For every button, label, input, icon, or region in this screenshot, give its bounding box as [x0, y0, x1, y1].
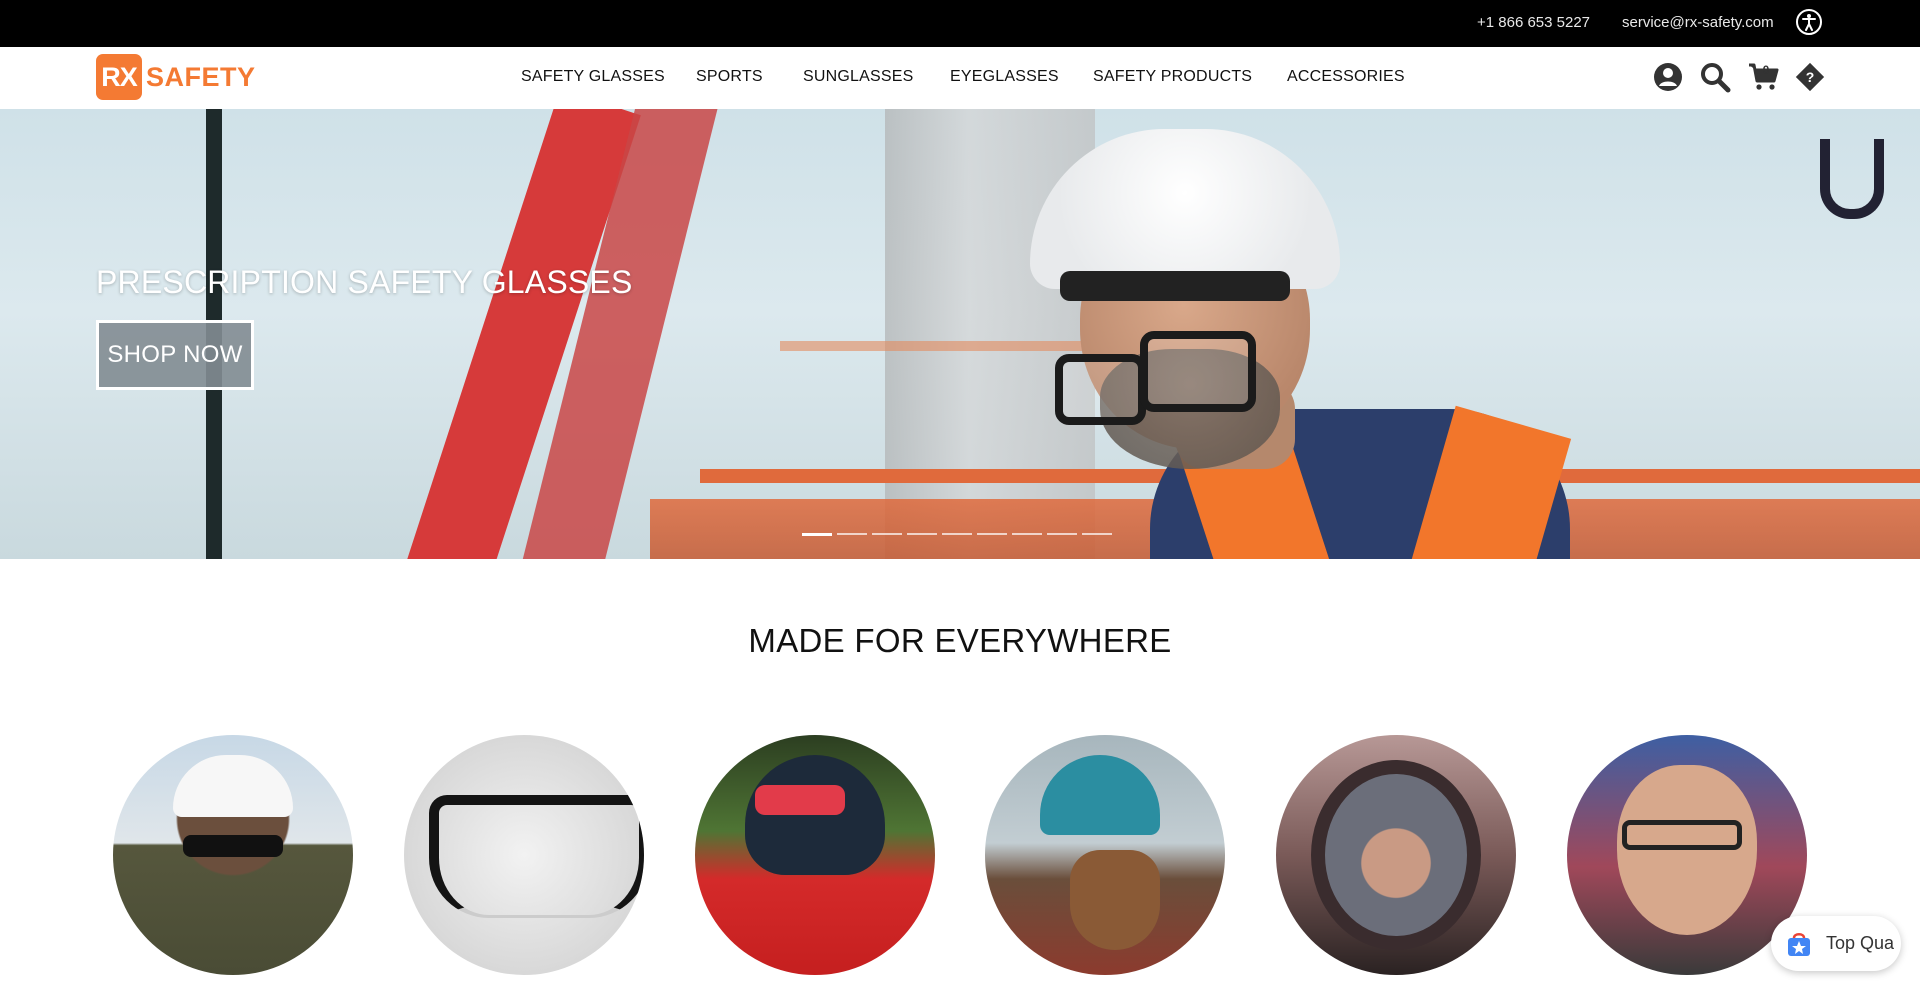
- slider-dot[interactable]: [1012, 533, 1042, 535]
- shop-now-button[interactable]: SHOP NOW: [96, 320, 254, 390]
- hero-bg-hook: [1820, 139, 1884, 219]
- category-circle-motorcycle[interactable]: [1276, 735, 1516, 975]
- slider-dots: [802, 533, 1112, 536]
- cart-count-badge: 0: [1762, 63, 1770, 77]
- nav-safety-products[interactable]: SAFETY PRODUCTS: [1093, 68, 1252, 86]
- main-navbar: RX SAFETY SAFETY GLASSES SPORTS SUNGLASS…: [0, 47, 1920, 110]
- top-bar: +1 866 653 5227 service@rx-safety.com: [0, 0, 1920, 47]
- slider-dot[interactable]: [977, 533, 1007, 535]
- account-icon[interactable]: [1652, 61, 1684, 93]
- slider-dot[interactable]: [907, 533, 937, 535]
- category-circle-sports[interactable]: [695, 735, 935, 975]
- logo-badge: RX: [96, 54, 142, 100]
- phone-link[interactable]: +1 866 653 5227: [1477, 14, 1590, 31]
- logo-wordmark: SAFETY: [146, 61, 256, 92]
- hero-worker-glasses-right: [1140, 331, 1256, 412]
- slider-dot[interactable]: [942, 533, 972, 535]
- section-title: MADE FOR EVERYWHERE: [748, 622, 1172, 659]
- shopping-bag-icon: [1788, 933, 1810, 956]
- slider-dot[interactable]: [802, 533, 832, 536]
- email-link[interactable]: service@rx-safety.com: [1622, 14, 1774, 31]
- hero-banner[interactable]: PRESCRIPTION SAFETY GLASSES SHOP NOW: [0, 109, 1920, 559]
- hero-worker-helmet-band: [1060, 271, 1290, 301]
- accessibility-icon[interactable]: [1796, 9, 1822, 35]
- slider-dot[interactable]: [872, 533, 902, 535]
- nav-accessories[interactable]: ACCESSORIES: [1287, 68, 1405, 86]
- category-circle-safety-glasses[interactable]: [404, 735, 644, 975]
- nav-sports[interactable]: SPORTS: [696, 68, 763, 86]
- slider-dot[interactable]: [1047, 533, 1077, 535]
- top-quality-store-widget[interactable]: Top Quality Store: [1771, 916, 1901, 971]
- nav-safety-glasses[interactable]: SAFETY GLASSES: [521, 68, 665, 86]
- category-circle-hard-hat[interactable]: [113, 735, 353, 975]
- hero-bg-rail: [780, 341, 1100, 351]
- hero-worker-glasses-left: [1055, 354, 1146, 425]
- search-icon[interactable]: [1699, 61, 1731, 93]
- svg-text:?: ?: [1806, 69, 1815, 85]
- help-icon[interactable]: ?: [1794, 61, 1826, 93]
- slider-dot[interactable]: [1082, 533, 1112, 535]
- site-logo[interactable]: RX SAFETY: [96, 54, 256, 100]
- widget-label: Top Quality Store: [1826, 933, 1894, 953]
- nav-sunglasses[interactable]: SUNGLASSES: [803, 68, 913, 86]
- category-circle-beanie[interactable]: [985, 735, 1225, 975]
- hero-title: PRESCRIPTION SAFETY GLASSES: [96, 264, 633, 300]
- nav-eyeglasses[interactable]: EYEGLASSES: [950, 68, 1059, 86]
- slider-dot[interactable]: [837, 533, 867, 535]
